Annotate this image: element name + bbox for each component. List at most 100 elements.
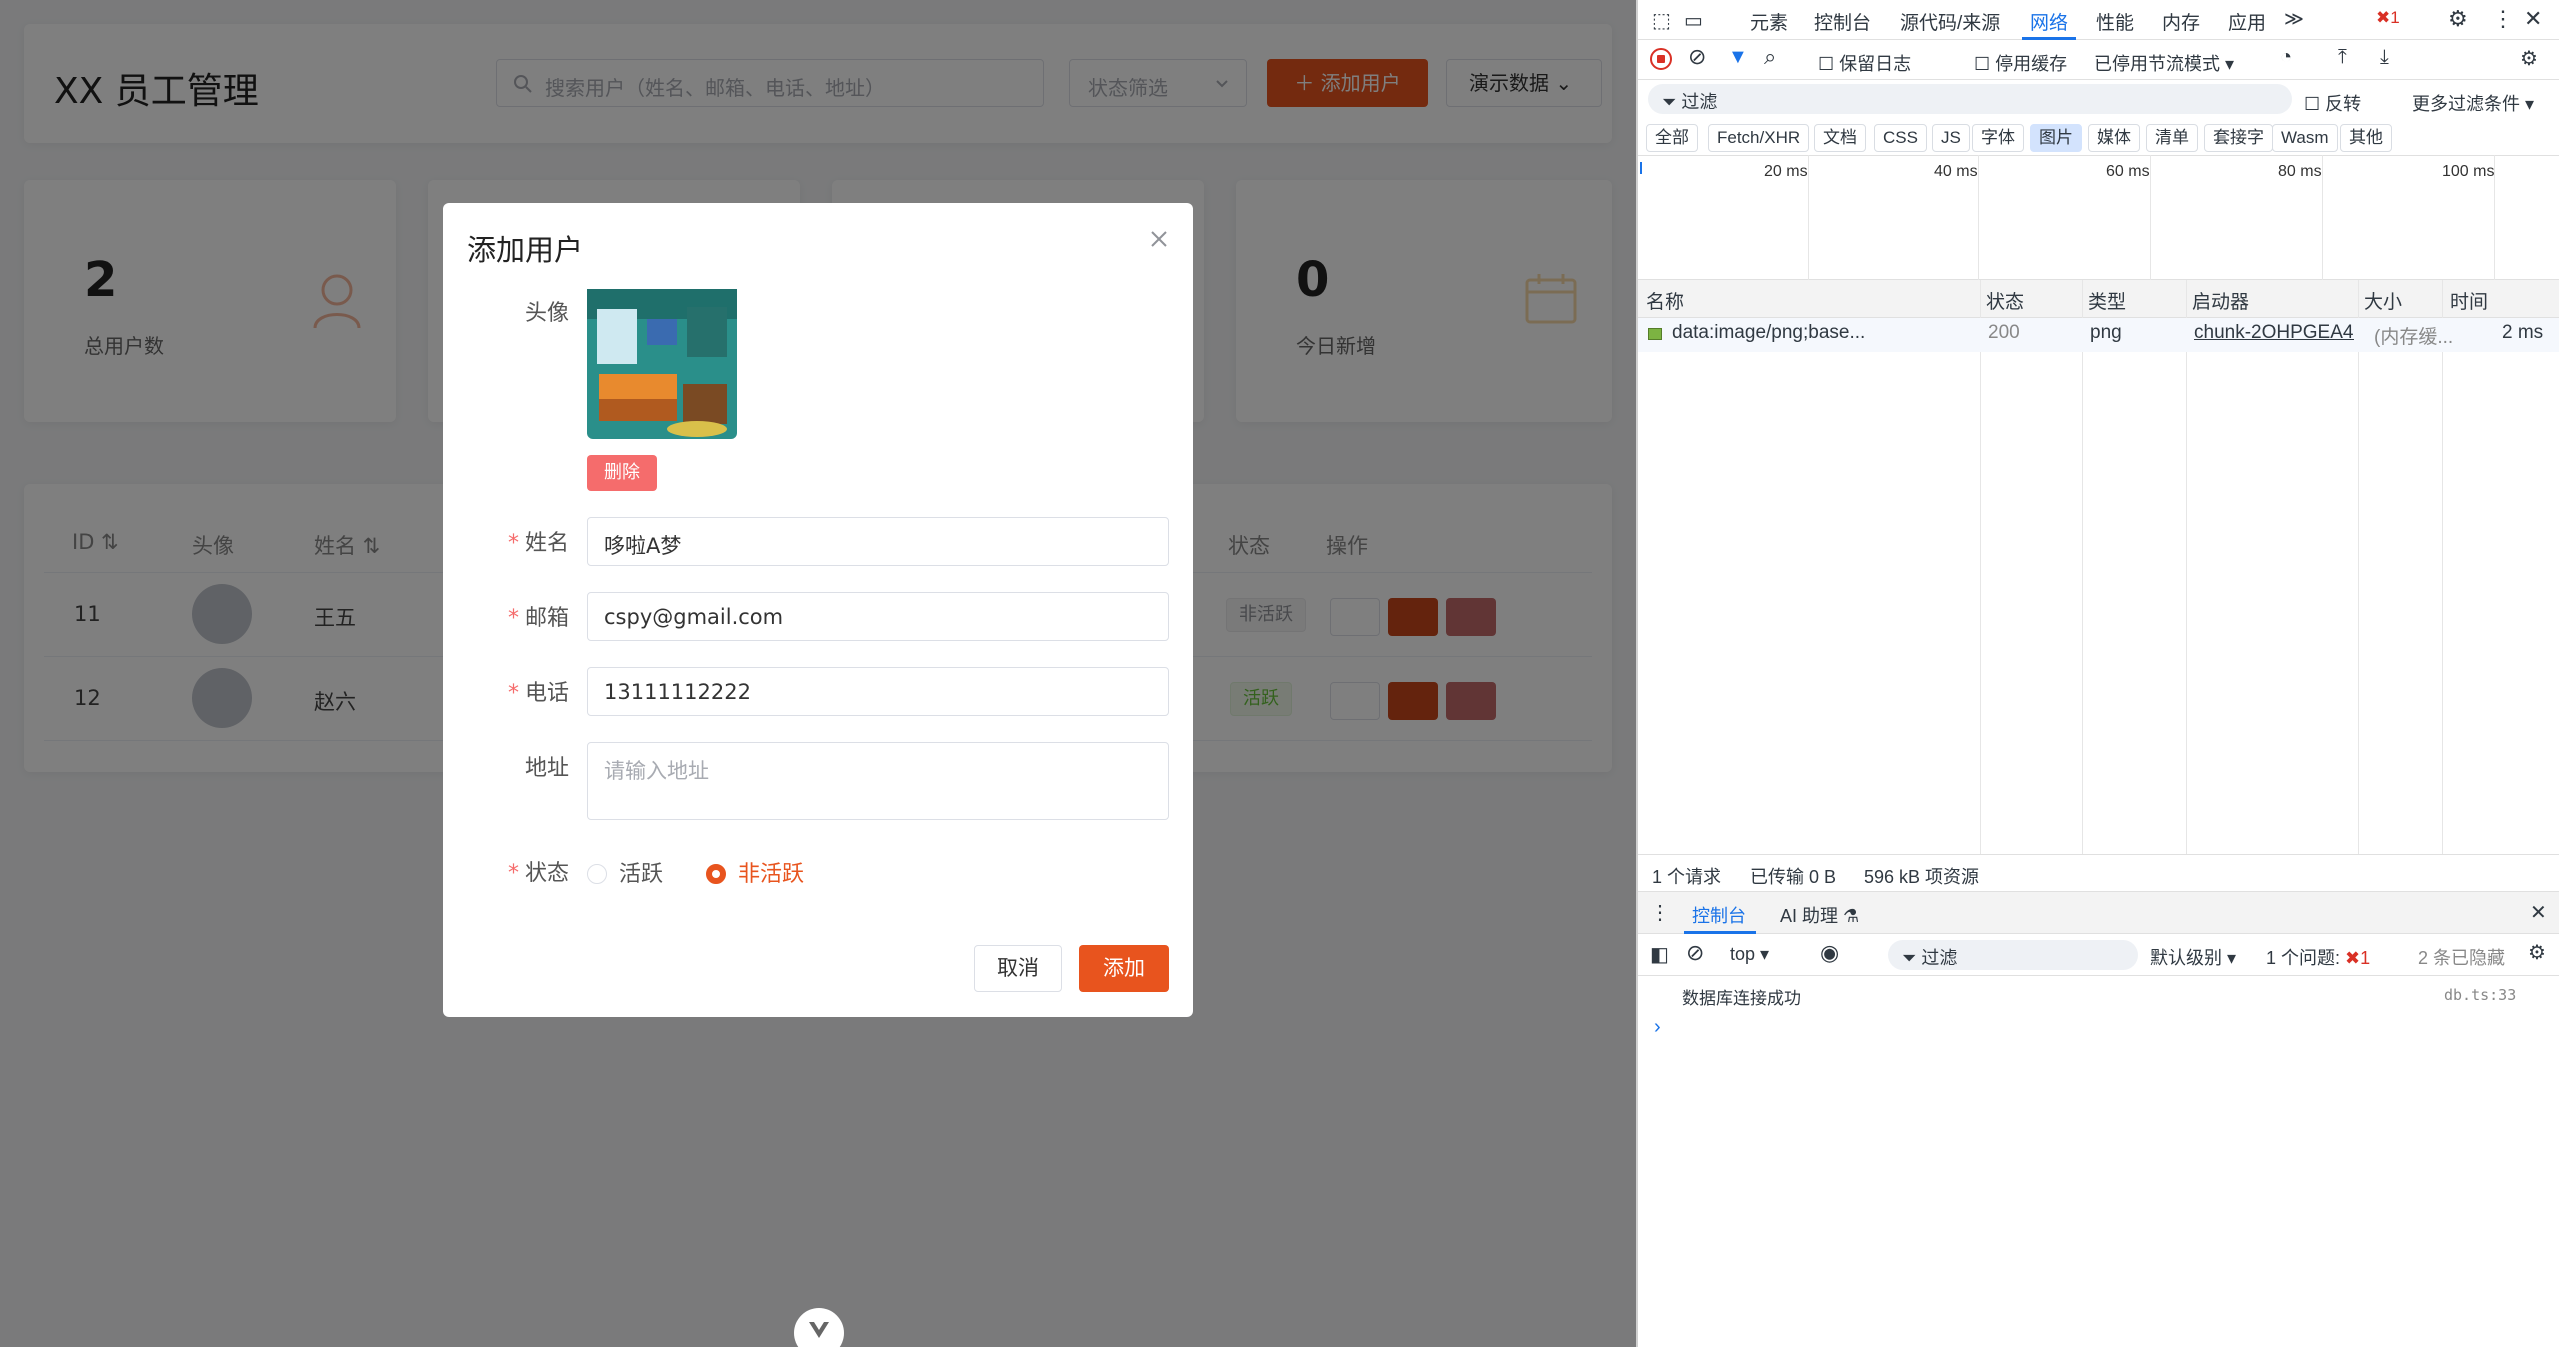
col-size[interactable]: 大小 (2364, 287, 2402, 314)
column-divider (2082, 280, 2083, 854)
tab-application[interactable]: 应用 (2228, 8, 2266, 35)
request-status: 200 (1988, 322, 2020, 343)
name-input[interactable]: 哆啦A梦 (587, 517, 1169, 566)
clear-icon[interactable]: ⊘ (1688, 44, 1706, 70)
tab-console[interactable]: 控制台 (1814, 8, 1871, 35)
console-prompt-icon[interactable]: › (1654, 1016, 1661, 1039)
drawer-tab-ai[interactable]: AI 助理 ⚗ (1780, 902, 1859, 928)
close-icon[interactable] (1147, 227, 1171, 251)
more-tabs-icon[interactable]: ≫ (2284, 8, 2304, 31)
vue-devtools-button[interactable] (794, 1308, 844, 1347)
live-expression-icon[interactable]: ◉ (1820, 940, 1839, 966)
name-label: * 姓名 (507, 531, 569, 556)
delete-avatar-button[interactable]: 删除 (587, 455, 657, 491)
timeline-tick: 80 ms (2278, 163, 2322, 180)
filter-placeholder: 过滤 (1681, 92, 1718, 112)
drawer-tabs: ⋮ 控制台 AI 助理 ⚗ ✕ (1638, 892, 2559, 934)
record-icon[interactable] (1650, 48, 1672, 70)
phone-input[interactable]: 13111112222 (587, 667, 1169, 716)
phone-label: * 电话 (507, 681, 569, 706)
chip-manifest[interactable]: 清单 (2146, 124, 2198, 152)
column-divider (2186, 280, 2187, 854)
radio-label: 活跃 (619, 862, 664, 887)
avatar-label: 头像 (524, 301, 569, 326)
export-icon[interactable]: ⤓ (2380, 46, 2389, 69)
column-divider (2358, 280, 2359, 854)
network-conditions-icon[interactable]: ◔ (2280, 46, 2292, 69)
chip-wasm[interactable]: Wasm (2272, 124, 2338, 152)
chip-all[interactable]: 全部 (1646, 124, 1698, 152)
drawer-menu-icon[interactable]: ⋮ (1650, 900, 1670, 925)
tab-memory[interactable]: 内存 (2162, 8, 2200, 35)
email-input[interactable]: cspy@gmail.com (587, 592, 1169, 641)
log-level-select[interactable]: 默认级别 ▾ (2150, 944, 2236, 970)
chip-media[interactable]: 媒体 (2088, 124, 2140, 152)
issues-link[interactable]: 1 个问题: ✖1 (2266, 944, 2370, 970)
filter-input[interactable]: ⏷ 过滤 (1648, 84, 2292, 114)
import-icon[interactable]: ⤒ (2338, 46, 2347, 69)
summary-requests: 1 个请求 (1652, 867, 1722, 887)
close-icon[interactable]: ✕ (2524, 6, 2542, 32)
chip-js[interactable]: JS (1932, 124, 1970, 152)
col-name[interactable]: 名称 (1646, 287, 1684, 314)
console-settings-icon[interactable]: ⚙ (2528, 940, 2546, 965)
timeline-tick: 60 ms (2106, 163, 2150, 180)
tab-sources[interactable]: 源代码/来源 (1900, 8, 2000, 35)
summary-resources: 596 kB 项资源 (1864, 867, 1980, 887)
tab-performance[interactable]: 性能 (2096, 8, 2134, 35)
status-label: * 状态 (507, 861, 569, 886)
context-select[interactable]: top ▾ (1730, 944, 1769, 965)
error-badge[interactable]: ✖1 (2376, 8, 2400, 28)
invert-checkbox[interactable]: ☐ 反转 (2304, 90, 2361, 116)
status-radio-inactive[interactable]: 非活跃 (706, 856, 804, 888)
inspect-icon[interactable]: ⬚ (1652, 8, 1671, 33)
chip-socket[interactable]: 套接字 (2204, 124, 2273, 152)
add-user-dialog: 添加用户 头像 删除 * 姓名 哆啦A梦 * 邮箱 cspy@gmail.com *… (443, 203, 1193, 1017)
devtools-panel: ⬚ ▭ 元素 控制台 源代码/来源 网络 性能 内存 应用 ≫ ✖1 ⚙ ⋮ ✕… (1636, 0, 2559, 1347)
submit-button[interactable]: 添加 (1079, 945, 1169, 992)
more-options-icon[interactable]: ⋮ (2492, 6, 2514, 32)
chip-img[interactable]: 图片 (2030, 124, 2082, 152)
device-toggle-icon[interactable]: ▭ (1684, 8, 1703, 33)
drawer-tab-console[interactable]: 控制台 (1692, 902, 1746, 928)
disable-cache-checkbox[interactable]: ☐ 停用缓存 (1974, 50, 2067, 76)
console-message-source[interactable]: db.ts:33 (2444, 986, 2516, 1004)
tab-network[interactable]: 网络 (2030, 8, 2068, 35)
chip-doc[interactable]: 文档 (1814, 124, 1866, 152)
col-time[interactable]: 时间 (2450, 287, 2488, 314)
timeline-gridline (1978, 155, 1979, 280)
network-toolbar: ⊘ ▼ ⌕ ☐ 保留日志 ☐ 停用缓存 已停用节流模式 ▾ ◔ ⤒ ⤓ ⚙ (1638, 40, 2559, 80)
network-settings-icon[interactable]: ⚙ (2520, 46, 2538, 71)
request-initiator[interactable]: chunk-2OHPGEA4.j (2194, 322, 2354, 344)
filter-placeholder: 过滤 (1921, 948, 1958, 968)
cancel-button[interactable]: 取消 (974, 945, 1062, 992)
chip-other[interactable]: 其他 (2340, 124, 2392, 152)
timeline-tick: 20 ms (1764, 163, 1808, 180)
request-type: png (2090, 322, 2122, 343)
sidebar-toggle-icon[interactable]: ◧ (1650, 942, 1669, 967)
console-filter-input[interactable]: ⏷ 过滤 (1888, 940, 2138, 970)
col-type[interactable]: 类型 (2088, 287, 2126, 314)
timeline-gridline (1808, 155, 1809, 280)
status-radio-active[interactable]: 活跃 (587, 856, 663, 888)
filter-icon: ⏷ (1662, 92, 1682, 112)
address-textarea[interactable]: 请输入地址 (587, 742, 1169, 820)
avatar-image[interactable] (587, 289, 737, 439)
chip-css[interactable]: CSS (1874, 124, 1927, 152)
close-icon[interactable]: ✕ (2530, 900, 2547, 925)
filter-icon[interactable]: ▼ (1728, 46, 1748, 69)
search-icon[interactable]: ⌕ (1764, 44, 1776, 70)
filter-row: ⏷ 过滤 ☐ 反转 更多过滤条件 ▾ (1638, 80, 2559, 120)
preserve-log-checkbox[interactable]: ☐ 保留日志 (1818, 50, 1911, 76)
chip-fetch-xhr[interactable]: Fetch/XHR (1708, 124, 1810, 152)
chip-font[interactable]: 字体 (1972, 124, 2024, 152)
tab-elements[interactable]: 元素 (1750, 8, 1788, 35)
settings-icon[interactable]: ⚙ (2448, 6, 2468, 32)
col-initiator[interactable]: 启动器 (2192, 287, 2249, 314)
request-name[interactable]: data:image/png;base... (1672, 322, 1865, 344)
throttle-select[interactable]: 已停用节流模式 ▾ (2094, 50, 2234, 76)
more-filters-select[interactable]: 更多过滤条件 ▾ (2412, 90, 2534, 116)
timeline-gridline (2322, 155, 2323, 280)
clear-console-icon[interactable]: ⊘ (1686, 940, 1704, 966)
col-status[interactable]: 状态 (1986, 287, 2024, 314)
